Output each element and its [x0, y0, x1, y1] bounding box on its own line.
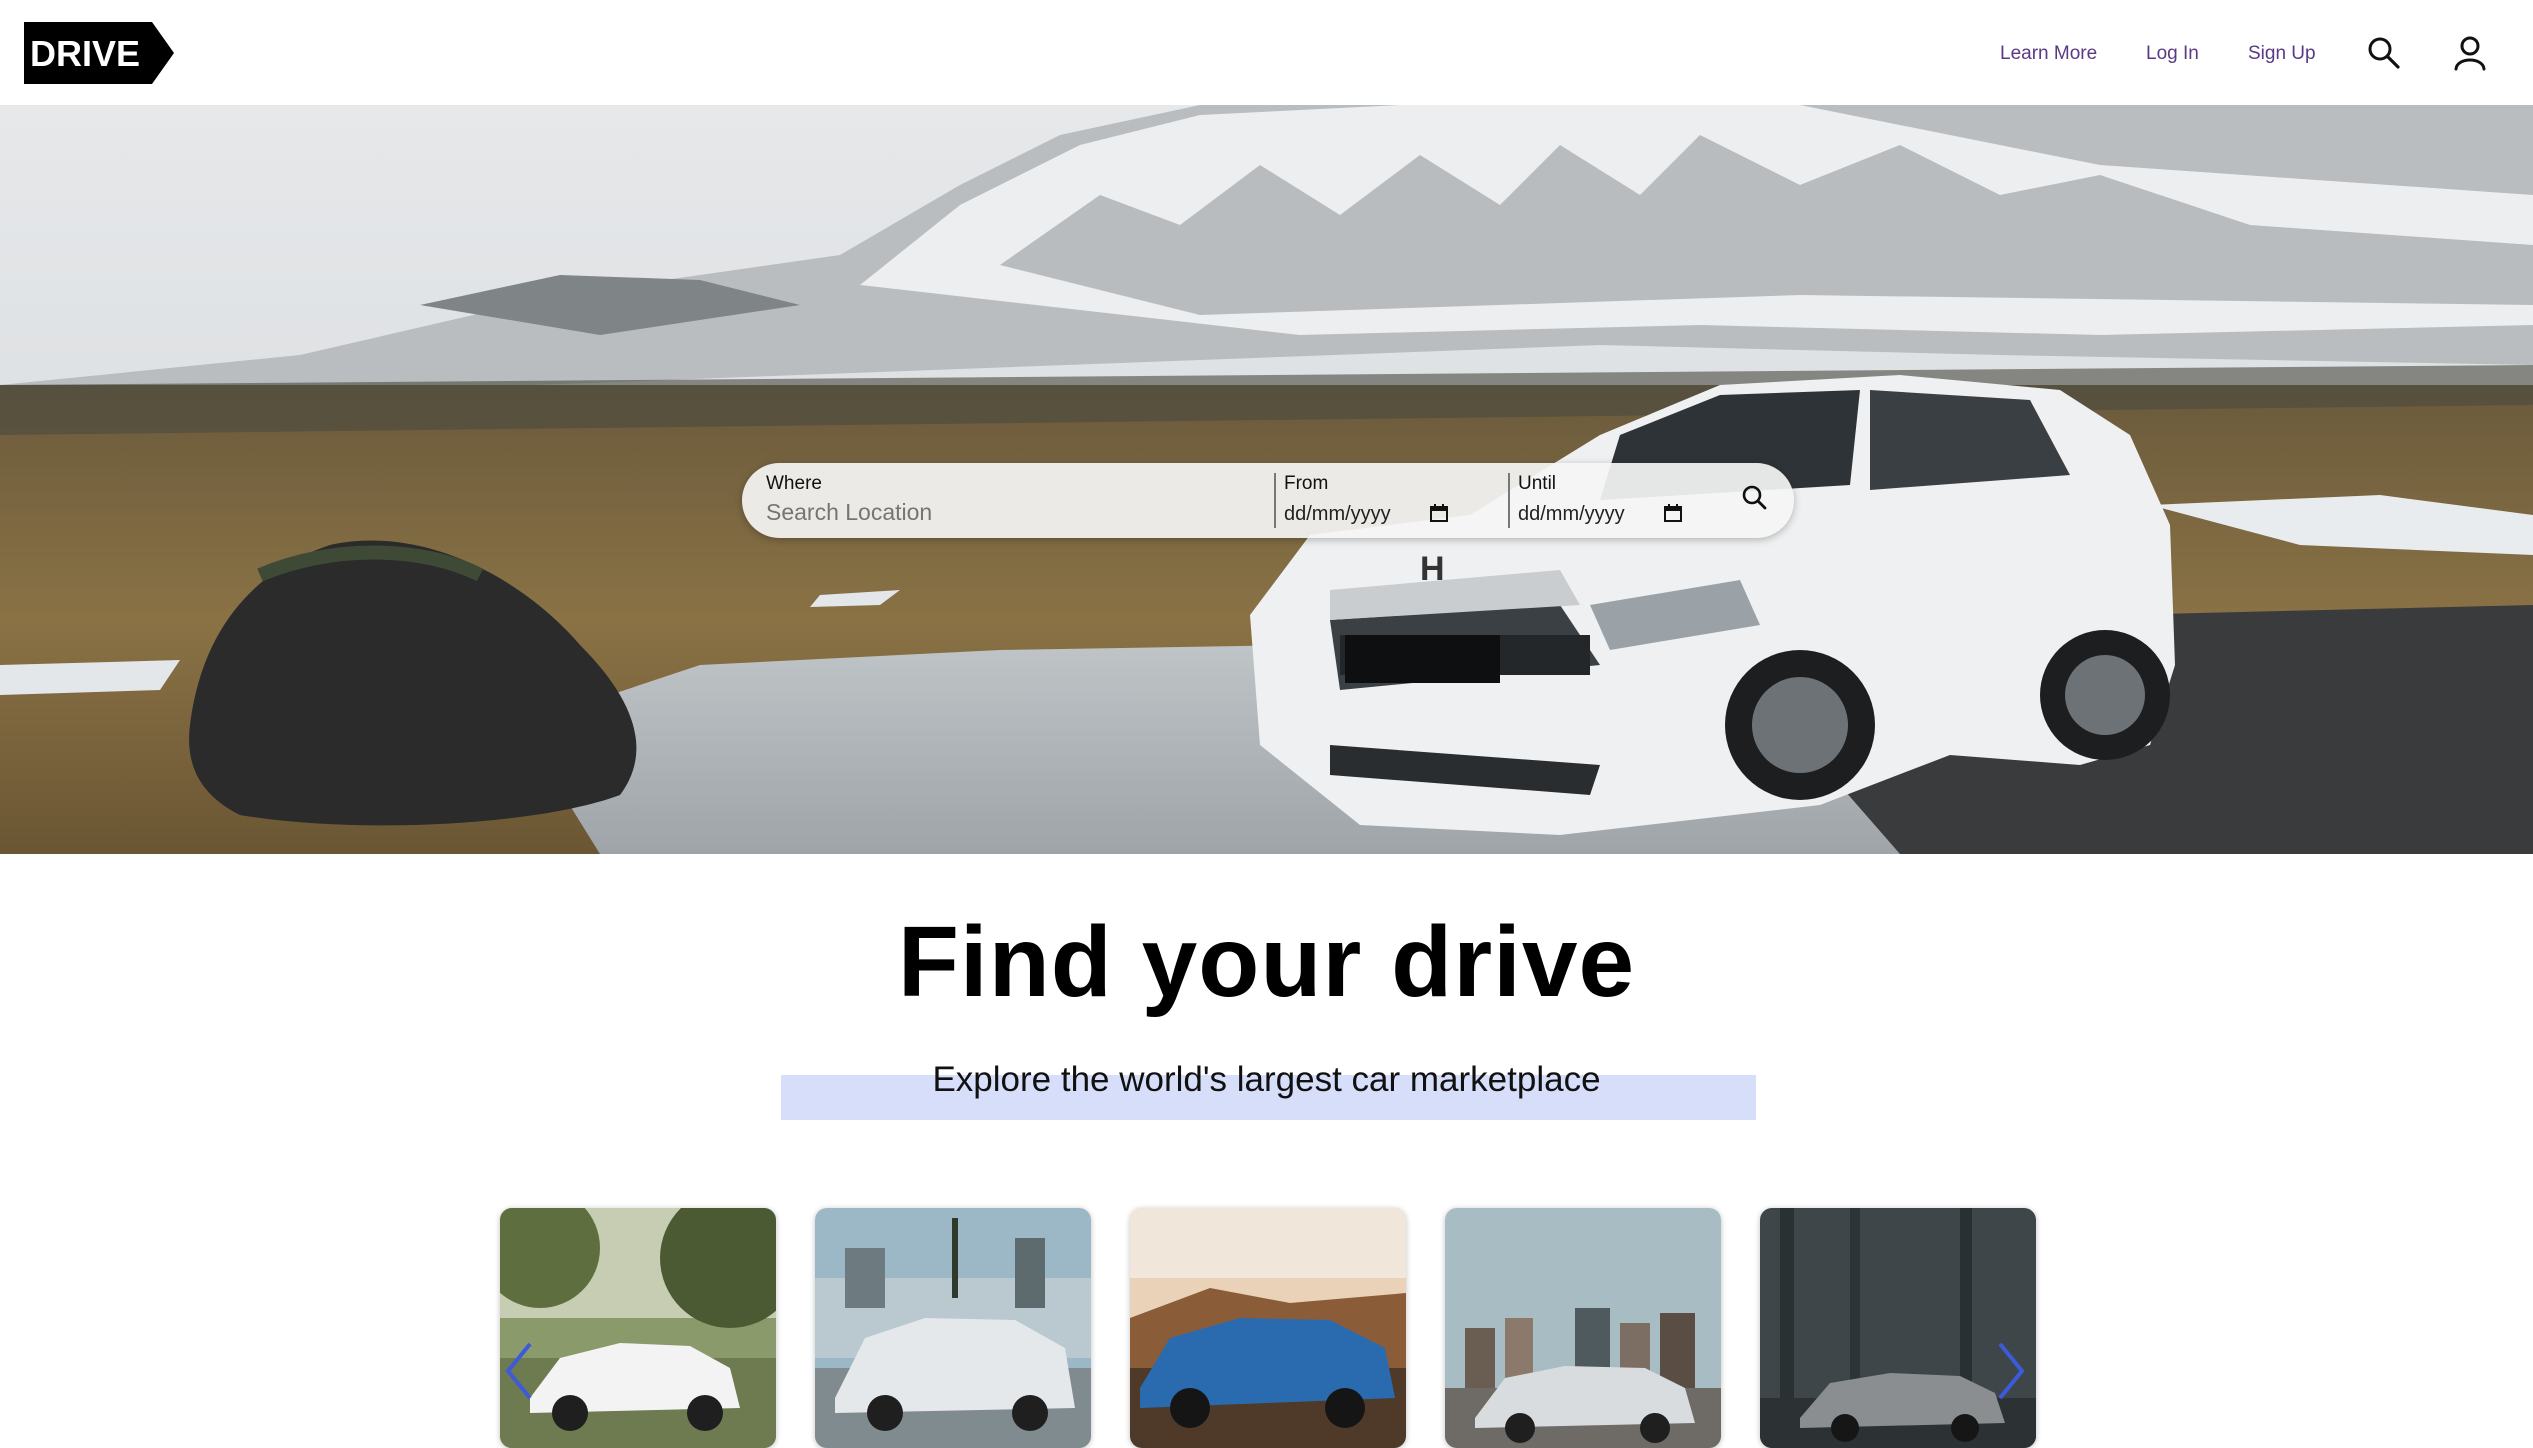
car-carousel — [500, 1208, 2036, 1448]
car-image — [815, 1208, 1091, 1448]
from-date-field[interactable]: From dd/mm/yyyy — [1284, 463, 1509, 538]
until-date-value[interactable]: dd/mm/yyyy — [1518, 503, 1625, 526]
chevron-left-icon[interactable] — [500, 1336, 540, 1406]
nav-learn-more[interactable]: Learn More — [2000, 43, 2097, 65]
until-date-field[interactable]: Until dd/mm/yyyy — [1518, 463, 1728, 538]
svg-text:H: H — [1420, 550, 1445, 588]
car-card[interactable] — [815, 1208, 1091, 1448]
booking-search-bar: Where From dd/mm/yyyy Until dd/mm/yyyy — [742, 463, 1794, 538]
nav-sign-up[interactable]: Sign Up — [2248, 43, 2316, 65]
chevron-right-icon[interactable] — [1990, 1336, 2030, 1406]
top-navbar: DRIVE Learn More Log In Sign Up — [0, 0, 2533, 105]
car-card[interactable] — [1445, 1208, 1721, 1448]
calendar-icon[interactable] — [1663, 503, 1683, 523]
car-card[interactable] — [1760, 1208, 2036, 1448]
car-image — [1445, 1208, 1721, 1448]
drive-logo[interactable]: DRIVE — [24, 22, 174, 84]
car-image — [1760, 1208, 2036, 1448]
page-subtitle: Explore the world's largest car marketpl… — [932, 1060, 1601, 1099]
from-label: From — [1284, 473, 1329, 494]
where-label: Where — [766, 473, 822, 494]
search-submit-icon[interactable] — [1738, 481, 1772, 515]
nav-log-in[interactable]: Log In — [2146, 43, 2199, 65]
page-title: Find your drive — [897, 906, 1636, 1018]
logo-text: DRIVE — [30, 33, 140, 74]
from-date-value[interactable]: dd/mm/yyyy — [1284, 503, 1391, 526]
car-image — [500, 1208, 776, 1448]
car-card[interactable] — [1130, 1208, 1406, 1448]
where-field[interactable]: Where — [766, 463, 1266, 538]
divider — [1508, 473, 1510, 528]
car-card[interactable] — [500, 1208, 776, 1448]
calendar-icon[interactable] — [1429, 503, 1449, 523]
hero-banner: H Where From dd/mm/yyyy Until dd/mm/yyyy — [0, 105, 2533, 854]
car-image — [1130, 1208, 1406, 1448]
user-icon[interactable] — [2452, 35, 2488, 71]
divider — [1274, 473, 1276, 528]
until-label: Until — [1518, 473, 1557, 494]
search-icon[interactable] — [2366, 35, 2402, 71]
location-input[interactable] — [766, 499, 1246, 526]
